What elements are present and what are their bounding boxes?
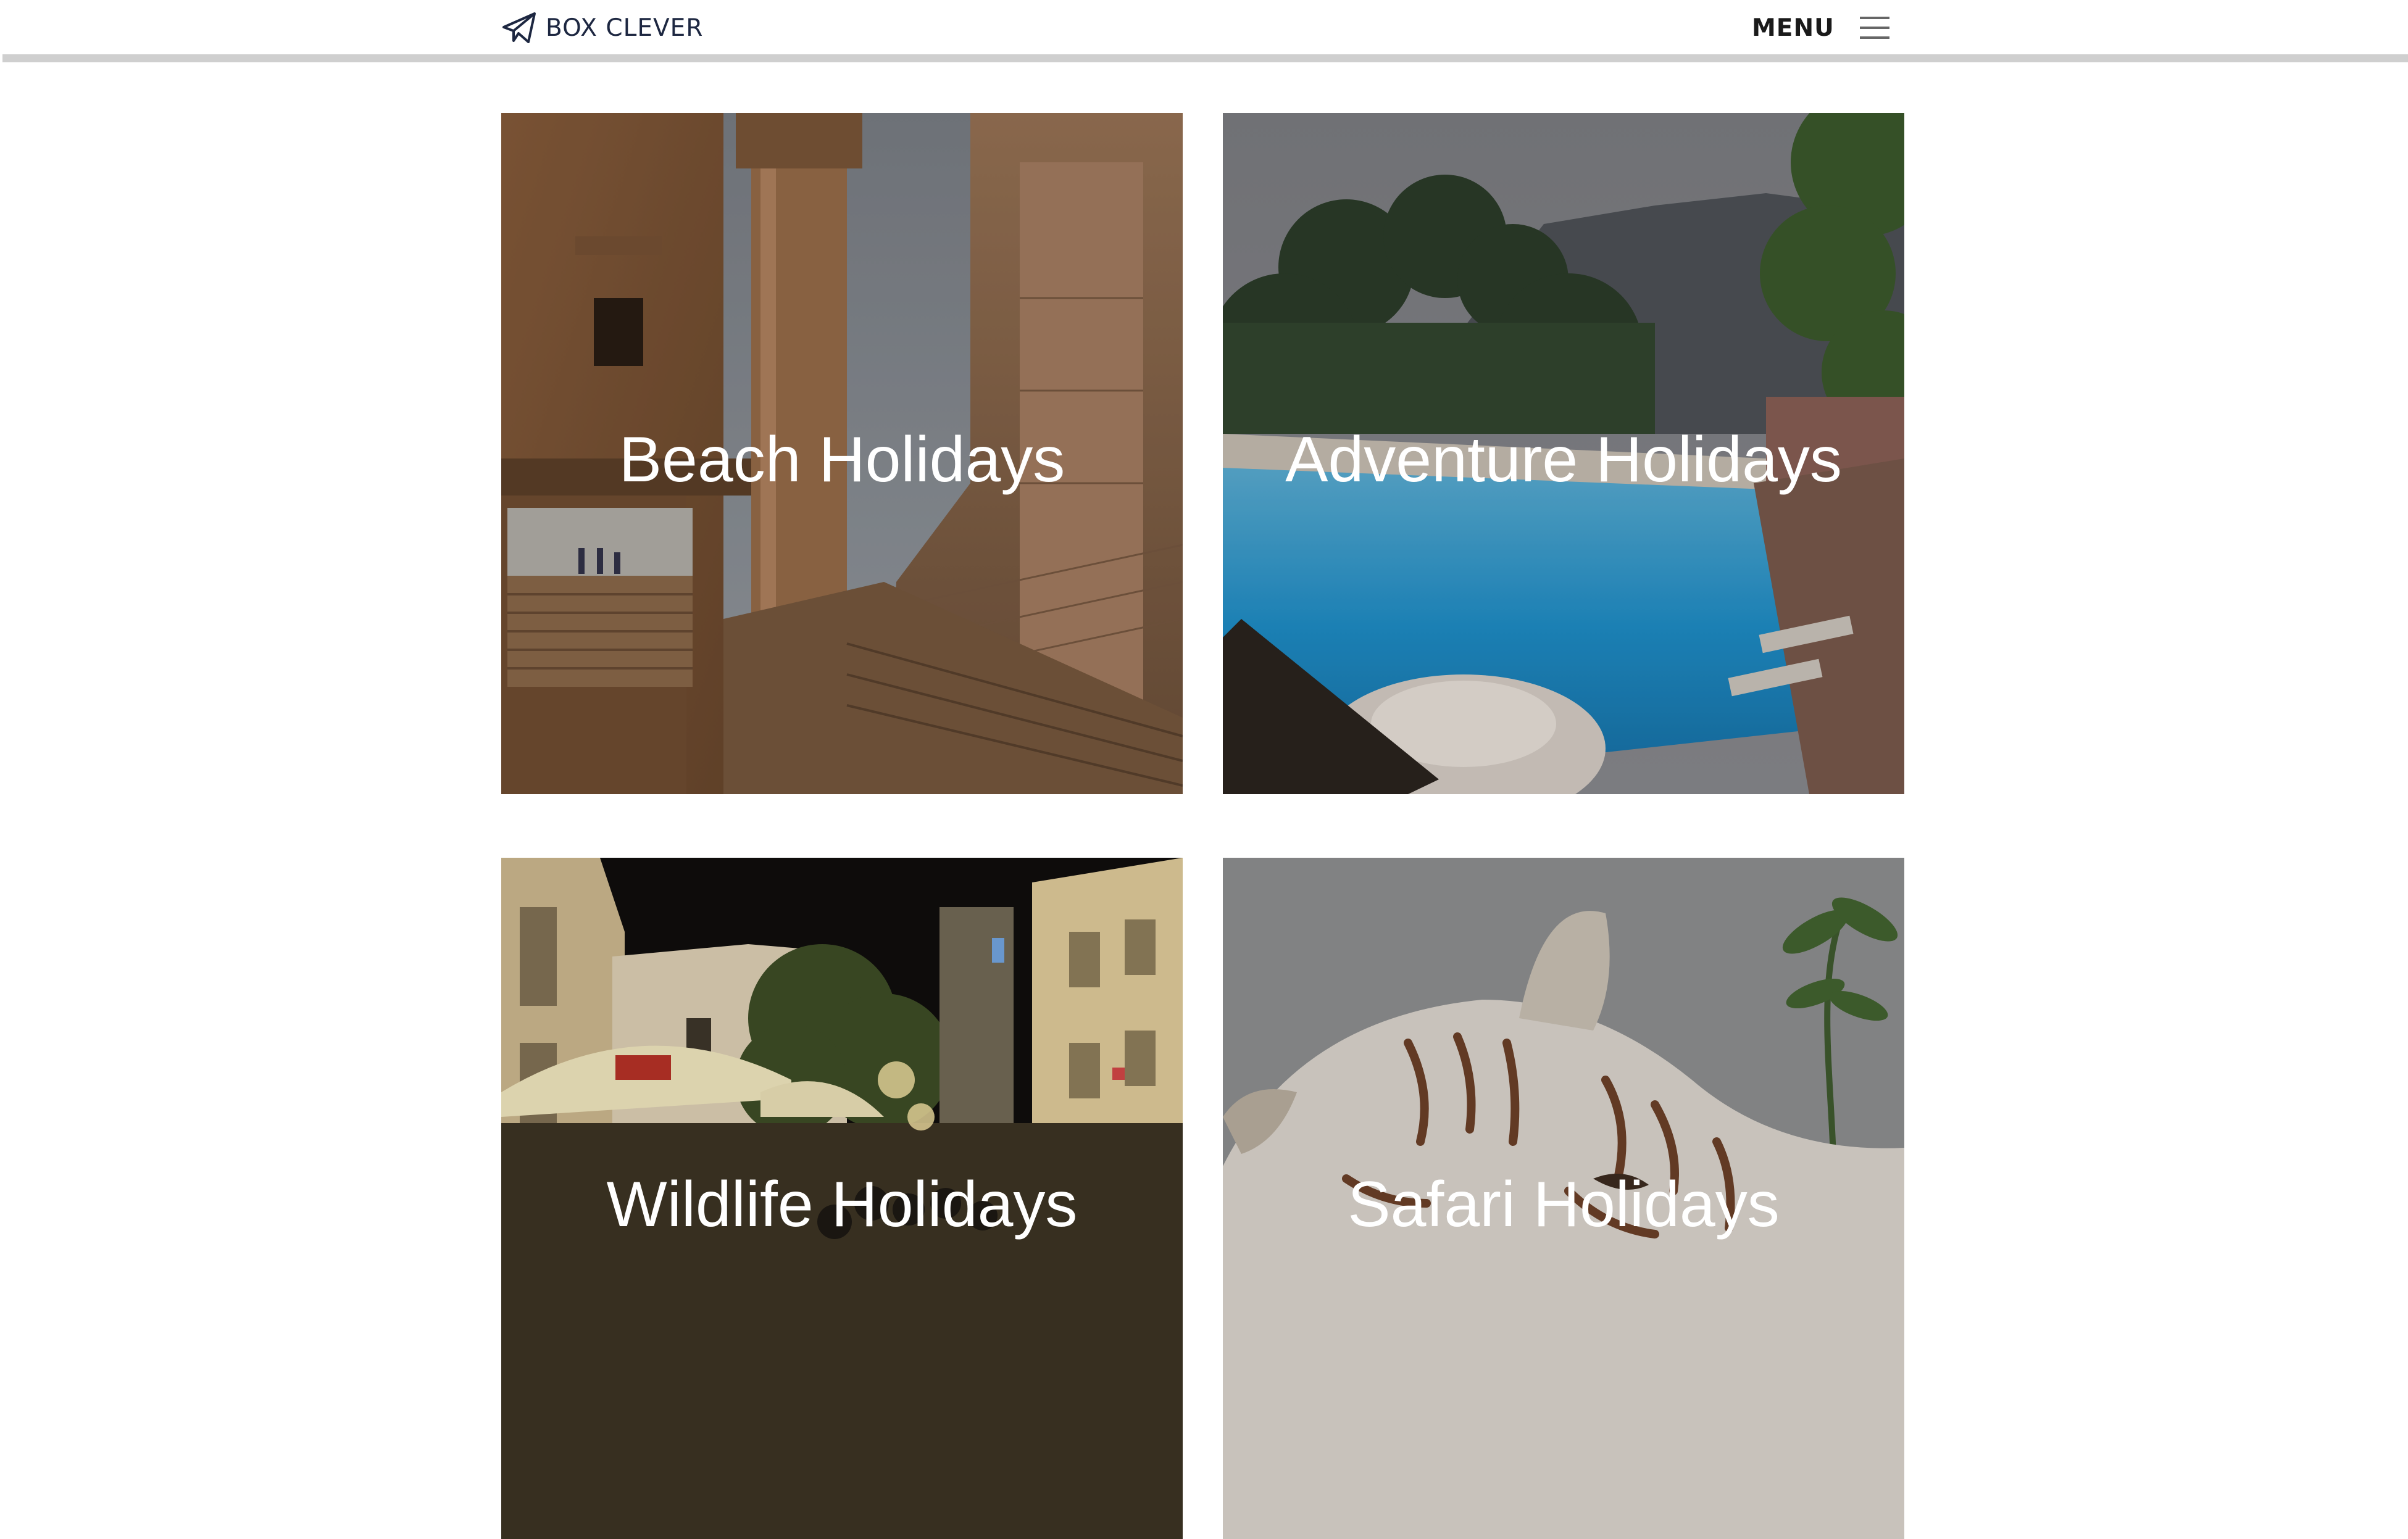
tile-title: Beach Holidays — [619, 424, 1065, 496]
adventure-holidays-tile[interactable]: Adventure Holidays — [1223, 113, 1904, 794]
tile-title: Adventure Holidays — [1285, 424, 1842, 496]
tile-title: Wildlife Holidays — [606, 1169, 1078, 1240]
menu-label: MENU — [1752, 14, 1835, 42]
menu-toggle[interactable]: MENU — [1752, 9, 1891, 47]
tile-title: Safari Holidays — [1348, 1169, 1780, 1240]
header-divider — [2, 54, 2408, 62]
wildlife-holidays-tile[interactable]: Wildlife Holidays — [501, 858, 1183, 1539]
brand-name: BOX CLEVER — [546, 14, 704, 42]
beach-holidays-tile[interactable]: Beach Holidays — [501, 113, 1183, 794]
site-header: BOX CLEVER MENU — [0, 0, 2408, 54]
paper-plane-icon — [502, 12, 536, 43]
hamburger-icon[interactable] — [1858, 14, 1891, 41]
brand-logo-link[interactable]: BOX CLEVER — [501, 11, 703, 44]
safari-holidays-tile[interactable]: Safari Holidays — [1223, 858, 1904, 1539]
